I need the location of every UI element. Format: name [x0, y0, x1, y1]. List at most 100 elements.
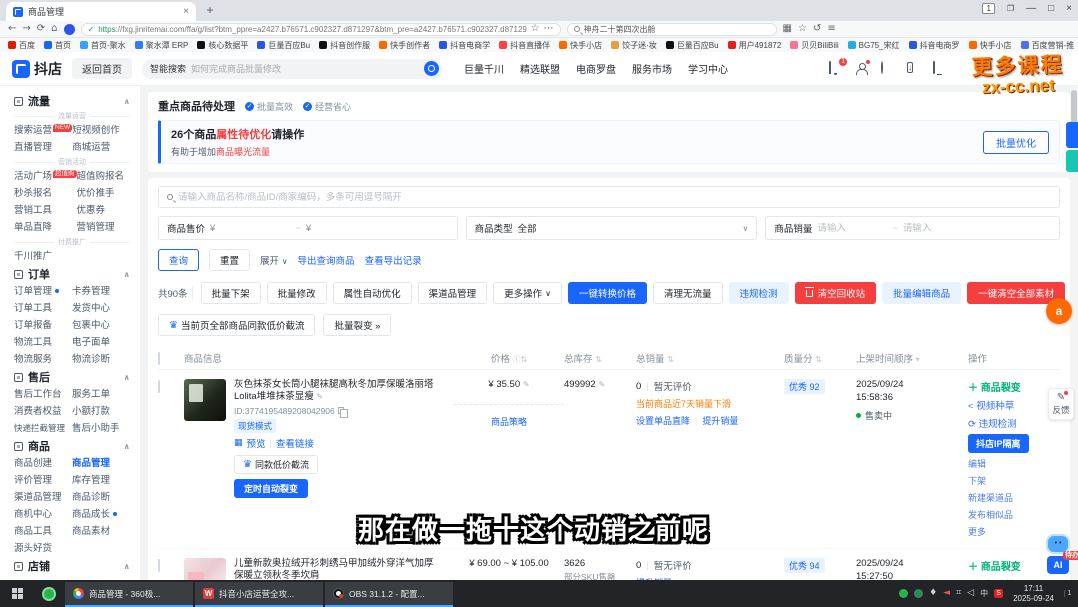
sidebar-item-logistics-diagnose[interactable]: 物流诊断 — [72, 351, 130, 368]
video-seed-link[interactable]: < 视频种草 — [968, 398, 1014, 412]
sidebar-item-aftersale-bench[interactable]: 售后工作台 — [14, 386, 72, 403]
channel-manage-button[interactable]: 渠道品管理 — [418, 282, 488, 304]
clean-no-traffic-button[interactable]: 清理无流量 — [653, 282, 723, 304]
price-range-filter[interactable]: 商品售价 ¥ ~ ¥ — [158, 216, 458, 240]
bookmark-item[interactable]: 抖音电商罗 — [909, 40, 960, 51]
sidebar-item-single-discount[interactable]: 单品直降 — [14, 219, 77, 236]
sales-max-input[interactable] — [903, 223, 973, 234]
sidebar-item-order-tools[interactable]: 订单工具 — [14, 300, 72, 317]
sales-range-filter[interactable]: 商品销量 ~ — [765, 216, 1060, 240]
nav-fuwu[interactable]: 服务市场 — [632, 61, 672, 76]
export-history-link[interactable]: 查看导出记录 — [365, 253, 422, 267]
col-header-price[interactable]: 价格 ⓘ⇅ — [454, 351, 564, 365]
reset-button[interactable]: 重置 — [209, 249, 250, 271]
new-channel-link[interactable]: 新建渠道品 — [968, 491, 1013, 504]
menu-icon[interactable]: ≡ — [827, 24, 835, 34]
product-image[interactable] — [184, 379, 226, 421]
sidebar-section-orders[interactable]: 订单∧ — [14, 265, 130, 283]
taskbar-window-obs[interactable]: OBS 31.1.2 - 配置... — [325, 582, 453, 607]
sidebar-item-biz-center[interactable]: 商机中心 — [14, 506, 72, 523]
bookmark-item[interactable]: 贝贝BiliBili — [790, 40, 838, 51]
chevron-up-icon[interactable]: ∧ — [124, 442, 131, 451]
bookmark-item[interactable]: BG75_宋红 — [848, 40, 900, 51]
tray-network-icon[interactable]: ⌗ — [956, 589, 961, 598]
product-title[interactable]: 灰色抹茶女长筒小腿袜腿高秋冬加厚保暖洛丽塔Lolita堆堆抹茶显瘦 ✎ — [234, 379, 434, 404]
window-maximize-button[interactable]: □ — [1048, 3, 1054, 14]
edit-link[interactable]: 编辑 — [968, 457, 986, 470]
bookmark-item[interactable]: 饺子迷·妆 — [611, 40, 657, 51]
product-strategy-link[interactable]: 商品策略 — [491, 417, 527, 427]
select-all-checkbox[interactable] — [158, 352, 160, 365]
search-submit-icon[interactable] — [424, 61, 439, 76]
bookmark-item[interactable]: 巨量百应Bu — [257, 40, 310, 51]
back-home-button[interactable]: 返回首页 — [72, 58, 132, 79]
product-search-box[interactable] — [158, 186, 1060, 208]
set-discount-link[interactable]: 设置单品直降 — [636, 414, 690, 427]
query-button[interactable]: 查询 — [158, 249, 199, 271]
nav-luopan[interactable]: 电商罗盘 — [576, 61, 616, 76]
pinned-app-icon[interactable] — [34, 580, 64, 607]
ip-isolate-button[interactable]: 抖店IP隔离 — [968, 434, 1029, 453]
sidebar-section-products[interactable]: 商品∧ — [14, 437, 130, 455]
alimama-float-icon[interactable]: a — [1046, 298, 1072, 324]
ai-assistant-float[interactable]: AI待办 — [1046, 534, 1070, 574]
tray-upload-icon[interactable] — [914, 589, 923, 598]
browser-tab[interactable]: 商品管理 × — [6, 2, 196, 21]
forward-icon[interactable]: → — [22, 24, 30, 34]
chevron-up-icon[interactable]: ∧ — [124, 270, 131, 279]
price-max-input[interactable] — [316, 223, 386, 234]
window-pin-icon[interactable]: ❐ — [1007, 4, 1014, 13]
col-header-quality[interactable]: 质量分 ⇅ — [784, 351, 856, 365]
product-title[interactable]: 儿童新款奥拉绒开衫刺绣马甲加绒外穿洋气加厚保暖立领秋冬季坎肩 — [234, 558, 434, 580]
apps-grid-icon[interactable]: ▦ — [783, 24, 792, 34]
col-header-stock[interactable]: 总库存 ⇅ — [564, 351, 636, 365]
sidebar-item-price-push[interactable]: 优价推手 — [77, 185, 130, 202]
sidebar-section-shop[interactable]: 店铺∧ — [14, 557, 130, 575]
offshelf-link[interactable]: 下架 — [968, 474, 986, 487]
bookmark-item[interactable]: 快手小店 — [969, 40, 1012, 51]
edit-icon[interactable]: ✎ — [316, 392, 323, 401]
floating-tab-green[interactable] — [1066, 150, 1078, 172]
tray-mic-icon[interactable]: ♦ — [929, 589, 937, 598]
expand-toggle[interactable]: 展开 ∨ — [260, 253, 288, 267]
sidebar-item-qianchuan[interactable]: 千川推广 — [14, 248, 72, 265]
history-icon[interactable]: ↺ — [813, 24, 821, 34]
taskbar-window-wps[interactable]: W抖音小店运营全攻... — [195, 582, 323, 607]
bookmark-star-icon[interactable]: ☆ — [531, 24, 540, 34]
row-checkbox[interactable] — [158, 559, 160, 572]
sidebar-item-order-report[interactable]: 订单报备 — [14, 317, 72, 334]
sidebar-item-channel-manage[interactable]: 渠道品管理 — [14, 489, 72, 506]
back-icon[interactable]: ← — [8, 24, 16, 34]
sidebar-item-logistics-tools[interactable]: 物流工具 — [14, 334, 72, 351]
sidebar-section-traffic[interactable]: 流量∧ — [14, 92, 130, 110]
feedback-float-button[interactable]: ✎ 反馈 — [1048, 388, 1074, 420]
more-link[interactable]: 更多 — [968, 525, 986, 538]
preview-link[interactable]: 预览 — [247, 436, 266, 450]
boost-sales-link[interactable]: 提升销量 — [702, 414, 738, 427]
nav-jingxuan[interactable]: 精选联盟 — [520, 61, 560, 76]
batch-edit-products-button[interactable]: 批量编辑商品 — [882, 282, 961, 304]
batch-optimize-button[interactable]: 批量优化 — [983, 131, 1049, 154]
sidebar-item-logistics-service[interactable]: 物流服务 — [14, 351, 72, 368]
sales-min-input[interactable] — [817, 223, 887, 234]
view-link[interactable]: 查看链接 — [276, 436, 314, 450]
product-search-input[interactable] — [178, 192, 1051, 203]
price-min-input[interactable] — [220, 223, 290, 234]
sidebar-item-video-create[interactable]: 短视频创作 — [72, 122, 130, 139]
window-minimize-button[interactable]: — — [1026, 3, 1036, 14]
publish-similar-link[interactable]: 发布相似品 — [968, 508, 1013, 521]
copy-icon[interactable] — [338, 407, 344, 414]
input-method-indicator[interactable]: 中 — [980, 590, 988, 598]
batch-offshelf-button[interactable]: 批量下架 — [201, 282, 261, 304]
chevron-up-icon[interactable]: ∧ — [124, 562, 131, 571]
account-icon[interactable] — [855, 62, 868, 75]
sidebar-item-parcel-center[interactable]: 包裹中心 — [72, 317, 130, 334]
sidebar-item-product-growth[interactable]: 商品成长 — [72, 506, 130, 523]
bookmark-item[interactable]: 快手创作者 — [379, 40, 430, 51]
bookmark-item[interactable]: 巨量百应Bu — [666, 40, 719, 51]
attr-auto-optimize-button[interactable]: 属性自动优化 — [333, 282, 412, 304]
empty-recycle-button[interactable]: 清空回收站 — [795, 282, 877, 304]
sidebar-item-live-manage[interactable]: 直播管理 — [14, 139, 72, 156]
window-close-button[interactable]: × — [1066, 3, 1072, 14]
sidebar-item-flash-signup[interactable]: 秒杀报名 — [14, 185, 77, 202]
